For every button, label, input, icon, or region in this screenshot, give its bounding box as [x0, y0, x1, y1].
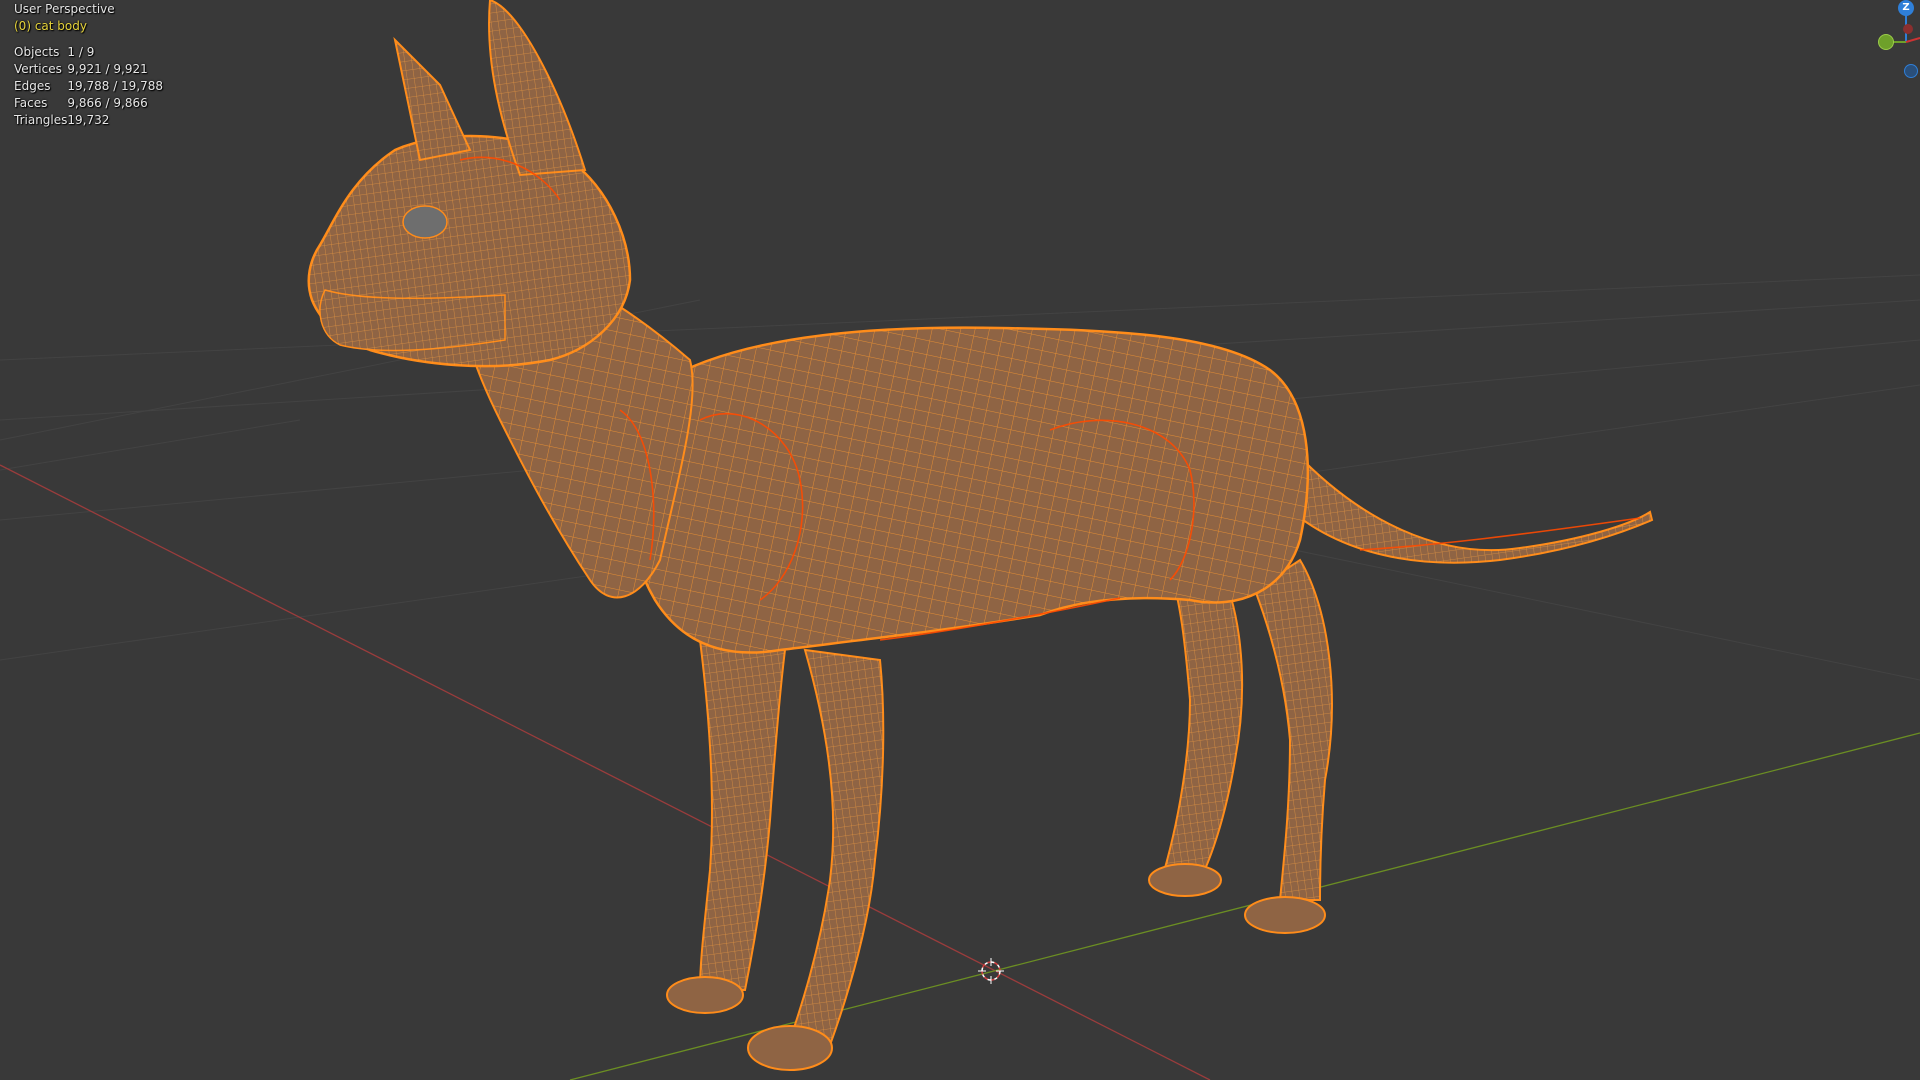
stat-key: Edges [14, 79, 51, 93]
stat-row-faces: Faces 9,866 / 9,866 [14, 95, 163, 112]
3d-viewport[interactable]: User Perspective (0) cat body Objects 1 … [0, 0, 1920, 1080]
gizmo-neg-z-axis-button[interactable] [1904, 64, 1918, 78]
gizmo-z-axis-button[interactable]: Z [1898, 0, 1914, 16]
3d-cursor-icon[interactable] [978, 958, 1004, 984]
active-object-label: (0) cat body [14, 19, 87, 33]
stat-value: 19,732 [67, 113, 110, 127]
stat-value: 9,866 / 9,866 [67, 96, 148, 110]
stat-key: Triangles [14, 113, 68, 127]
stat-value: 1 / 9 [67, 45, 95, 59]
cat-mesh[interactable] [307, 0, 1654, 1071]
viewport-info-overlay: User Perspective (0) cat body Objects 1 … [14, 1, 163, 129]
stat-value: 9,921 / 9,921 [67, 62, 148, 76]
stat-key: Vertices [14, 62, 62, 76]
stat-key: Objects [14, 45, 60, 59]
gizmo-z-label: Z [1902, 2, 1910, 13]
gizmo-neg-x-axis-button[interactable] [1903, 24, 1913, 34]
stat-row-objects: Objects 1 / 9 [14, 44, 163, 61]
stat-row-triangles: Triangles 19,732 [14, 112, 163, 129]
stat-row-edges: Edges 19,788 / 19,788 [14, 78, 163, 95]
scene-statistics: Objects 1 / 9 Vertices 9,921 / 9,921 Edg… [14, 44, 163, 129]
stat-row-vertices: Vertices 9,921 / 9,921 [14, 61, 163, 78]
view-name-label: User Perspective [14, 2, 115, 16]
stat-value: 19,788 / 19,788 [67, 79, 164, 93]
stat-key: Faces [14, 96, 48, 110]
gizmo-y-axis-button[interactable] [1878, 34, 1894, 50]
navigation-gizmo-icon[interactable]: Z [1870, 0, 1920, 90]
viewport-scene[interactable] [0, 0, 1920, 1080]
